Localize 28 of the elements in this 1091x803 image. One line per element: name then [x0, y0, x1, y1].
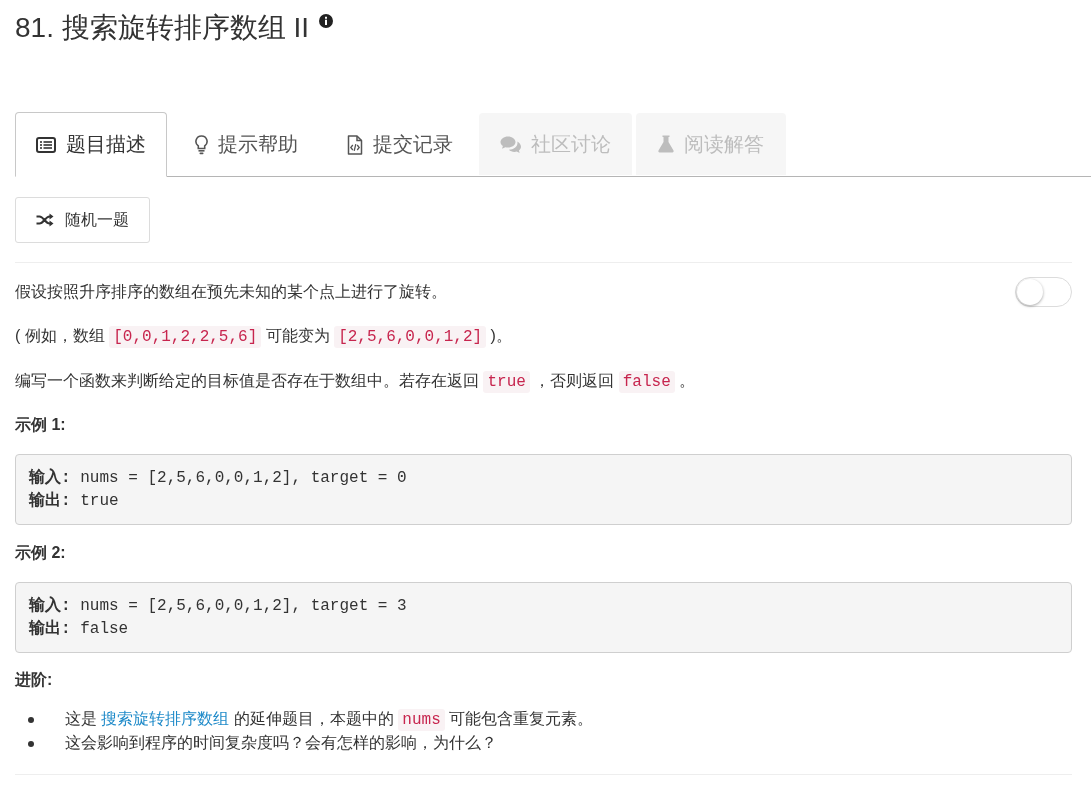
lightbulb-icon [194, 134, 208, 155]
code-line: 输出: false [29, 618, 130, 640]
list-icon [36, 136, 56, 153]
section-heading: 示例 1: [15, 415, 67, 435]
bullet-icon [28, 740, 34, 747]
bullet-icon [28, 716, 34, 723]
code-file-icon [347, 134, 363, 155]
code-line: 输入: nums = [2,5,6,0,0,1,2], target = 0 [29, 467, 408, 489]
description-text: ( 例如，数组 [0,0,1,2,2,5,6] 可能变为 [2,5,6,0,0,1,2] )。 [15, 325, 513, 350]
list-item-text: 这是 搜索旋转排序数组 的延伸题目，本题中的 nums 可能包含重复元素。 [65, 709, 594, 730]
flask-icon [658, 135, 674, 153]
toggle-switch[interactable] [1015, 277, 1072, 307]
chat-bubbles-icon [500, 135, 521, 153]
code-line: 输出: true [29, 490, 120, 512]
code-line: 输入: nums = [2,5,6,0,0,1,2], target = 3 [29, 595, 408, 617]
section-heading: 进阶: [15, 670, 54, 690]
tab[interactable]: 提交记录 [325, 112, 475, 177]
section-heading: 示例 2: [15, 543, 67, 563]
tab[interactable]: 题目描述 [15, 112, 167, 177]
description-text: 编写一个函数来判断给定的目标值是否存在于数组中。若存在返回 true ，否则返回 false 。 [15, 370, 697, 395]
description-text: 假设按照升序排序的数组在预先未知的某个点上进行了旋转。 [15, 282, 447, 302]
page-title: 81. 搜索旋转排序数组 II [15, 11, 310, 45]
random-question-button[interactable]: 随机一题 [15, 197, 150, 243]
problem-link[interactable]: 搜索旋转排序数组 [101, 710, 230, 727]
tab[interactable]: 提示帮助 [171, 112, 321, 177]
list-item-text: 这会影响到程序的时间复杂度吗？会有怎样的影响，为什么？ [65, 733, 497, 753]
info-icon[interactable] [319, 14, 334, 28]
shuffle-icon [36, 213, 54, 227]
